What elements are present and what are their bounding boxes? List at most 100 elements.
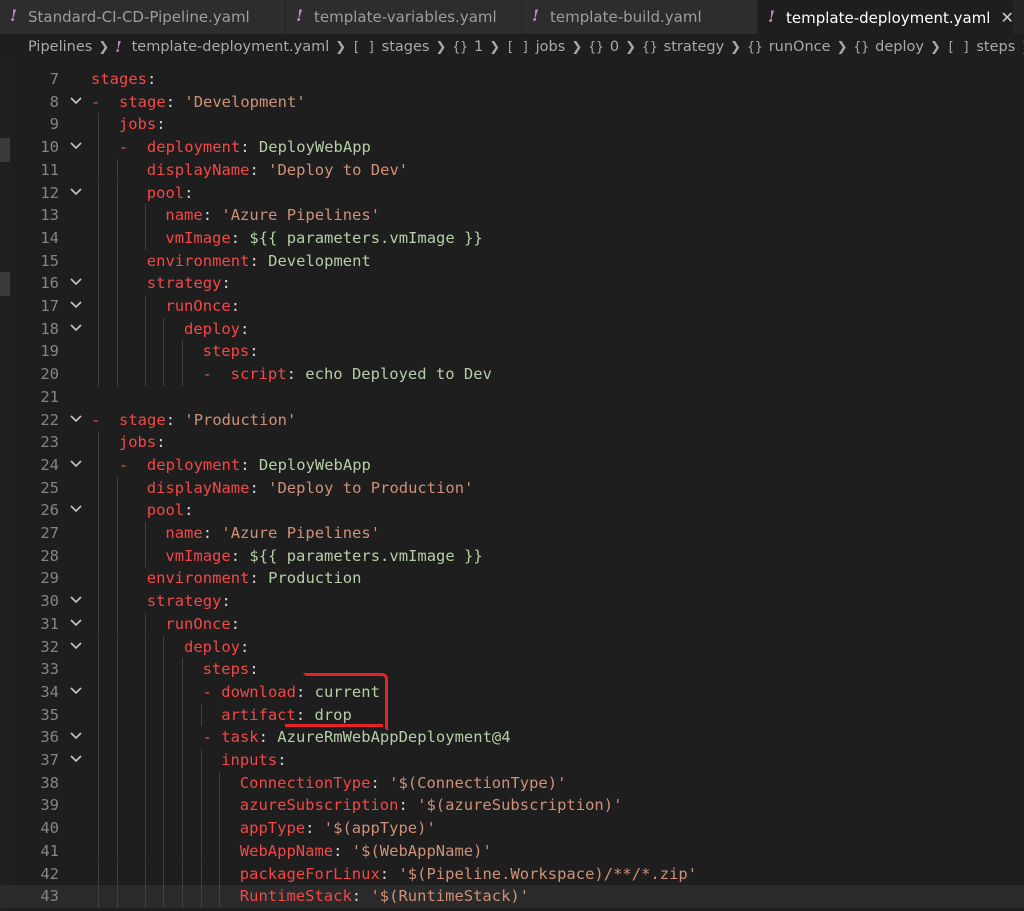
code-line[interactable]: 17 runOnce: xyxy=(0,295,1024,318)
yaml-key: RuntimeStack xyxy=(239,887,352,906)
yaml-file-icon: ! xyxy=(296,6,304,25)
breadcrumb-item[interactable]: Pipelines xyxy=(28,39,92,55)
code-line[interactable]: 38 ConnectionType: '$(ConnectionType)' xyxy=(0,771,1024,795)
code-line[interactable]: 10 - deployment: DeployWebApp xyxy=(0,136,1024,159)
code-line[interactable]: 29 environment: Production xyxy=(0,567,1024,591)
code-line[interactable]: 21 xyxy=(0,386,1024,409)
code-line[interactable]: 23 jobs: xyxy=(0,431,1024,454)
code-line[interactable]: 16 strategy: xyxy=(0,272,1024,295)
breadcrumb-item[interactable]: [ ] steps xyxy=(947,39,1015,55)
code-text: WebAppName: '$(WebAppName)' xyxy=(240,840,492,863)
chevron-down-icon[interactable] xyxy=(68,681,84,704)
line-number: 39 xyxy=(40,796,59,815)
yaml-punctuation: : xyxy=(230,297,241,315)
breadcrumb-item[interactable]: {} 0 xyxy=(588,39,619,55)
code-line[interactable]: 40 appType: '$(appType)' xyxy=(0,817,1024,840)
chevron-down-icon[interactable] xyxy=(68,409,84,432)
tab-template-deployment[interactable]: ! template-deployment.yaml ✕ xyxy=(758,0,1014,34)
yaml-punctuation: : xyxy=(240,637,250,656)
code-line[interactable]: 9 jobs: xyxy=(0,113,1024,137)
chevron-down-icon[interactable] xyxy=(68,182,84,205)
code-text: - stage: 'Development' xyxy=(91,91,306,114)
code-line[interactable]: 26 pool: xyxy=(0,499,1024,522)
code-line[interactable]: 37 inputs: xyxy=(0,749,1024,772)
code-line[interactable]: 36 - task: AzureRmWebAppDeployment@4 xyxy=(0,726,1024,749)
line-number: 24 xyxy=(40,455,59,474)
breadcrumb-label: deploy xyxy=(875,39,924,55)
indent-guide xyxy=(219,771,221,795)
indent-guide xyxy=(116,522,118,545)
code-line[interactable]: 30 strategy: xyxy=(0,590,1024,613)
code-line[interactable]: 24 - deployment: DeployWebApp xyxy=(0,453,1024,477)
code-line[interactable]: 12 pool: xyxy=(0,181,1024,205)
code-line[interactable]: 33 steps: xyxy=(0,658,1024,681)
code-line[interactable]: 41 WebAppName: '$(WebAppName)' xyxy=(0,839,1024,863)
code-text: jobs: xyxy=(119,431,166,454)
yaml-punctuation: : xyxy=(249,478,269,497)
code-text: displayName: 'Deploy to Production' xyxy=(147,477,474,500)
indent-guide xyxy=(116,340,118,364)
chevron-down-icon[interactable] xyxy=(68,454,84,477)
yaml-key: strategy xyxy=(146,274,222,293)
line-number: 34 xyxy=(40,682,59,701)
code-line[interactable]: 14 vmImage: ${{ parameters.vmImage }} xyxy=(0,226,1024,250)
code-line[interactable]: 7 stages: xyxy=(0,68,1024,91)
close-icon[interactable]: ✕ xyxy=(1000,8,1013,27)
code-text: pool: xyxy=(147,182,194,205)
code-line[interactable]: 15 environment: Development xyxy=(0,249,1024,273)
breadcrumb-item[interactable]: [ ] jobs xyxy=(506,39,565,55)
breadcrumb-item[interactable]: {} strategy xyxy=(642,39,724,55)
breadcrumb-item[interactable]: {} deploy xyxy=(853,39,923,55)
chevron-down-icon[interactable] xyxy=(68,590,84,613)
code-line[interactable]: 22 - stage: 'Production' xyxy=(0,409,1024,432)
chevron-down-icon[interactable] xyxy=(68,613,84,636)
yaml-key: inputs xyxy=(221,751,278,769)
chevron-down-icon[interactable] xyxy=(68,318,84,341)
chevron-down-icon[interactable] xyxy=(68,749,84,772)
code-line[interactable]: 11 displayName: 'Deploy to Dev' xyxy=(0,158,1024,182)
chevron-down-icon[interactable] xyxy=(68,91,84,114)
indent-guide xyxy=(163,817,165,840)
breadcrumb-item[interactable]: {} runOnce xyxy=(747,39,831,55)
chevron-down-icon[interactable] xyxy=(68,726,84,749)
code-line[interactable]: 32 deploy: xyxy=(0,635,1024,659)
line-number: 19 xyxy=(40,342,59,361)
code-line[interactable]: 25 displayName: 'Deploy to Production' xyxy=(0,476,1024,500)
code-text: - task: AzureRmWebAppDeployment@4 xyxy=(203,726,511,749)
breadcrumb-item[interactable]: {} 1 xyxy=(452,39,483,55)
chevron-down-icon[interactable] xyxy=(68,499,84,522)
chevron-down-icon[interactable] xyxy=(68,295,84,318)
code-line[interactable]: 13 name: 'Azure Pipelines' xyxy=(0,204,1024,227)
code-line[interactable]: 42 packageForLinux: '$(Pipeline.Workspace… xyxy=(0,862,1024,886)
yaml-punctuation: : xyxy=(184,501,194,520)
chevron-down-icon[interactable] xyxy=(68,136,84,159)
code-line[interactable]: 34 - download: current xyxy=(0,680,1024,704)
code-line[interactable]: 43 RuntimeStack: '$(RuntimeStack)' xyxy=(0,885,1024,908)
breadcrumb-label: runOnce xyxy=(768,39,831,55)
indent-guide xyxy=(163,635,165,659)
code-editor[interactable]: 7 stages: 8 - stage: 'Development' 9 jobs: 10 -… xyxy=(0,60,1024,911)
yaml-value: AzureRmWebAppDeployment@4 xyxy=(277,728,511,747)
breadcrumb-item[interactable]: ! template-deployment.yaml xyxy=(115,39,329,56)
tab-template-build[interactable]: ! template-build.yaml xyxy=(522,0,758,34)
tab-standard-ci-cd-pipeline[interactable]: ! Standard-CI-CD-Pipeline.yaml xyxy=(0,0,286,34)
tab-template-variables[interactable]: ! template-variables.yaml xyxy=(286,0,522,34)
chevron-down-icon[interactable] xyxy=(68,636,84,659)
line-number: 37 xyxy=(40,751,59,769)
indent-guide xyxy=(163,340,165,364)
code-line[interactable]: 20 - script: echo Deployed to Dev xyxy=(0,363,1024,386)
code-line[interactable]: 28 vmImage: ${{ parameters.vmImage }} xyxy=(0,544,1024,568)
code-line[interactable]: 35 artifact: drop xyxy=(0,703,1024,727)
code-line[interactable]: 18 deploy: xyxy=(0,317,1024,341)
code-line[interactable]: 27 name: 'Azure Pipelines' xyxy=(0,522,1024,545)
indent-guide xyxy=(116,635,118,659)
chevron-down-icon[interactable] xyxy=(68,272,84,295)
breadcrumb-item[interactable]: [ ] stages xyxy=(352,39,429,55)
code-line[interactable]: 8 - stage: 'Development' xyxy=(0,91,1024,114)
code-line[interactable]: 39 azureSubscription: '$(azureSubscriptio… xyxy=(0,794,1024,818)
breadcrumb-label: stages xyxy=(381,39,430,55)
indent-guide xyxy=(182,862,183,886)
breadcrumb-label: template-deployment.yaml xyxy=(131,39,330,55)
code-line[interactable]: 19 steps: xyxy=(0,340,1024,364)
code-line[interactable]: 31 runOnce: xyxy=(0,612,1024,636)
